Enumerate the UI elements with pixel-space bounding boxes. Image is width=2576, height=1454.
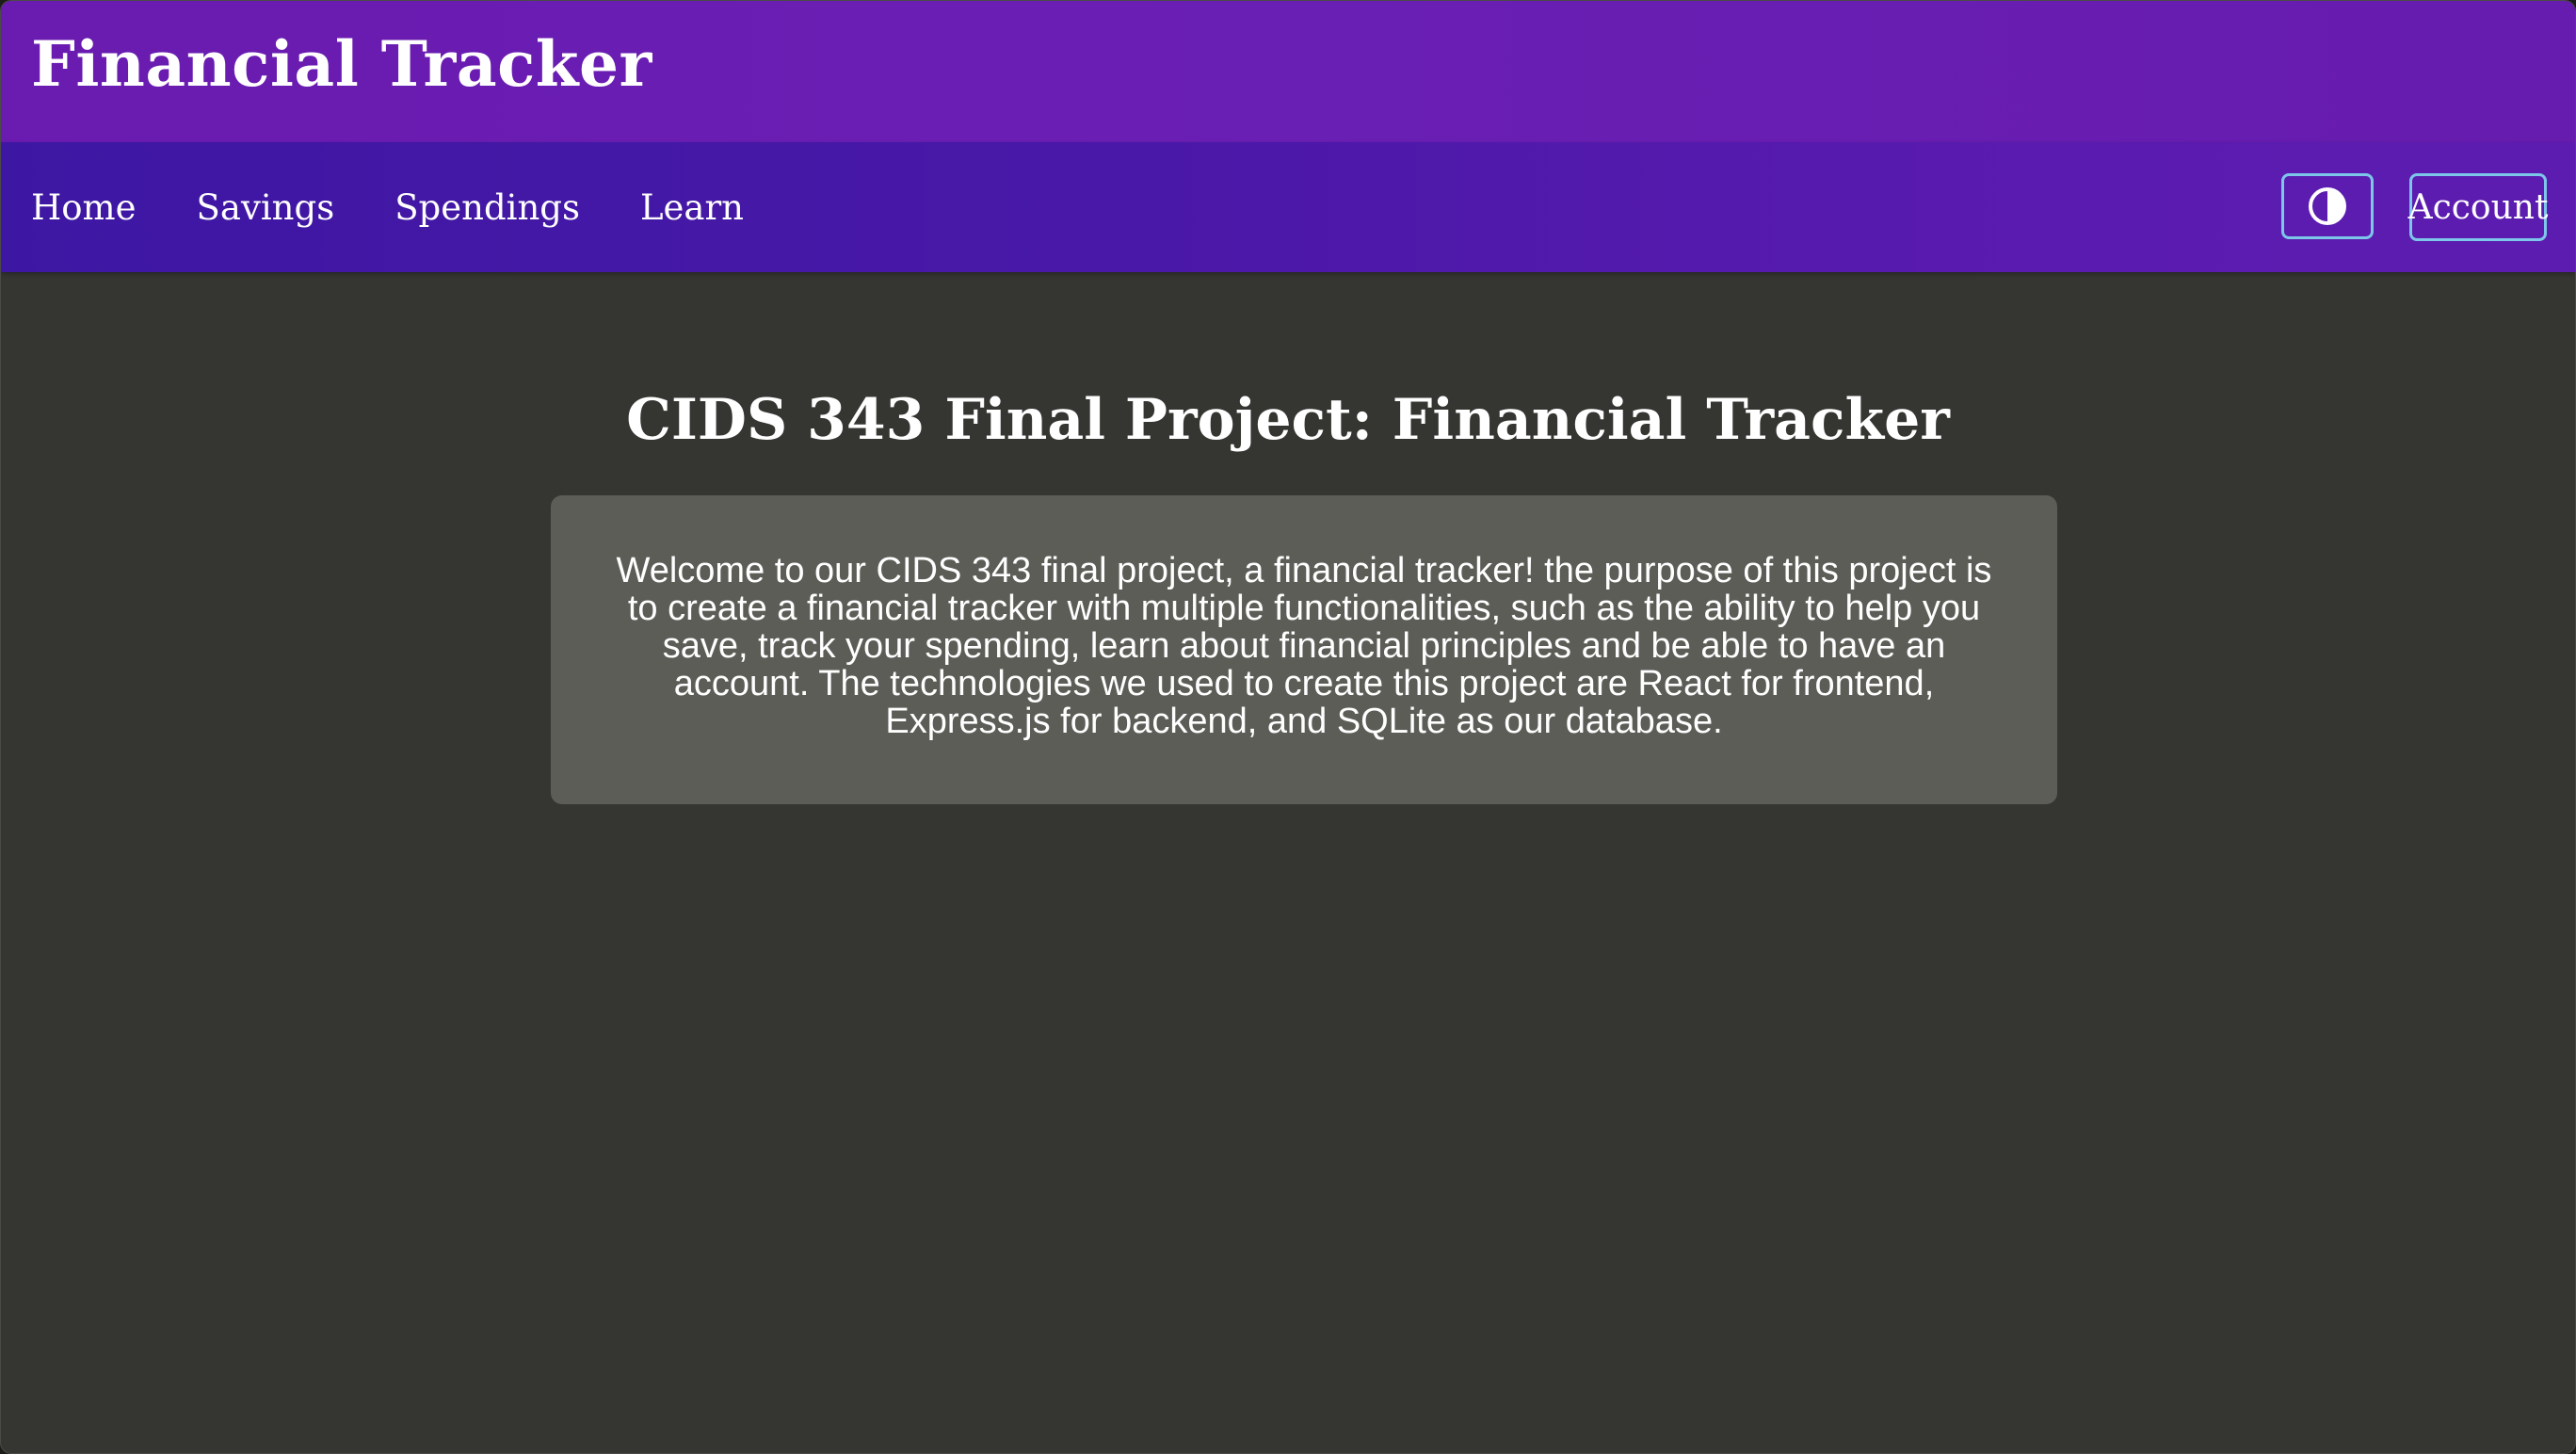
app-window: Financial Tracker Home Savings Spendings…: [0, 0, 2576, 1454]
intro-text: Welcome to our CIDS 343 final project, a…: [616, 551, 1992, 741]
account-button[interactable]: Account: [2408, 173, 2548, 241]
page-heading: CIDS 343 Final Project: Financial Tracke…: [626, 387, 1950, 453]
theme-toggle-button[interactable]: [2281, 173, 2374, 239]
nav-link-spendings[interactable]: Spendings: [394, 187, 580, 228]
nav-bar: Home Savings Spendings Learn: [1, 142, 2575, 272]
intro-card: Welcome to our CIDS 343 final project, a…: [551, 495, 2057, 804]
app-title: Financial Tracker: [31, 27, 652, 101]
contrast-icon: [2309, 187, 2346, 225]
title-bar: Financial Tracker: [1, 1, 2575, 142]
nav-links: Home Savings Spendings Learn: [31, 142, 744, 272]
nav-link-learn[interactable]: Learn: [640, 187, 744, 228]
nav-link-savings[interactable]: Savings: [197, 187, 335, 228]
nav-link-home[interactable]: Home: [31, 187, 137, 228]
